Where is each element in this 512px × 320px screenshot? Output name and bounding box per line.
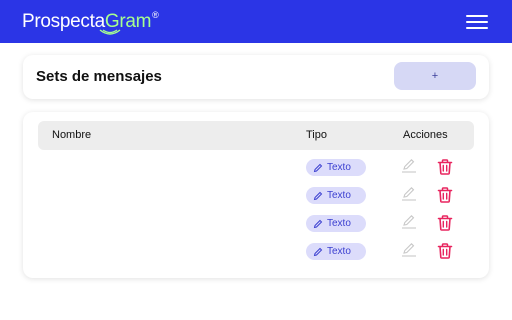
tipo-label: Texto [327, 218, 351, 229]
column-header-tipo: Tipo [306, 129, 327, 141]
table-header: Nombre Tipo Acciones [38, 121, 474, 150]
logo-signal-arcs-icon [99, 28, 121, 35]
tipo-label: Texto [327, 190, 351, 201]
sets-table-card: Nombre Tipo Acciones Texto Texto Texto Text… [23, 112, 489, 278]
table-row: Texto [38, 158, 474, 178]
edit-icon[interactable] [400, 158, 418, 174]
trash-icon[interactable] [436, 158, 454, 176]
trash-icon[interactable] [436, 242, 454, 260]
column-header-acciones: Acciones [403, 129, 448, 141]
tipo-chip: Texto [306, 159, 366, 176]
trash-icon[interactable] [436, 186, 454, 204]
table-row: Texto [38, 214, 474, 234]
logo-text-prospecta: Prospecta [22, 10, 105, 32]
column-header-nombre: Nombre [52, 129, 92, 141]
tipo-chip: Texto [306, 243, 366, 260]
menu-bar [466, 26, 488, 29]
tipo-chip: Texto [306, 187, 366, 204]
hamburger-menu-icon[interactable] [466, 14, 488, 29]
trash-icon[interactable] [436, 214, 454, 232]
tipo-label: Texto [327, 162, 351, 173]
edit-icon[interactable] [400, 186, 418, 202]
top-nav-bar: Prospecta Gram ® [0, 0, 512, 43]
pencil-icon [313, 163, 323, 172]
menu-bar [466, 14, 488, 17]
pencil-icon [313, 247, 323, 256]
page-title: Sets de mensajes [36, 68, 162, 85]
tipo-chip: Texto [306, 215, 366, 232]
app-logo[interactable]: Prospecta Gram ® [22, 9, 159, 35]
tipo-label: Texto [327, 246, 351, 257]
add-set-button[interactable]: + [394, 62, 476, 90]
pencil-icon [313, 191, 323, 200]
table-row: Texto [38, 242, 474, 262]
table-row: Texto [38, 186, 474, 206]
pencil-icon [313, 219, 323, 228]
menu-bar [466, 20, 488, 23]
edit-icon[interactable] [400, 214, 418, 230]
logo-registered-mark: ® [152, 9, 159, 20]
sets-header-card: Sets de mensajes + [23, 55, 489, 99]
edit-icon[interactable] [400, 242, 418, 258]
